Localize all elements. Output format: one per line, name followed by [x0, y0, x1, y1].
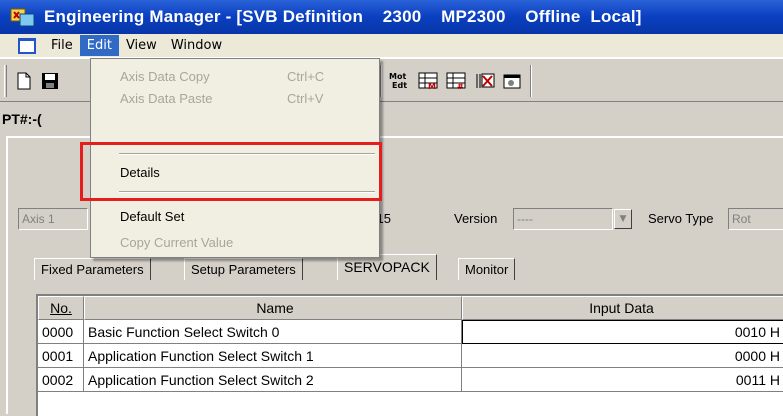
pt-label: PT#:-(	[2, 111, 42, 127]
grid-header: No. Name Input Data	[38, 296, 783, 320]
toolbar-grip[interactable]	[4, 65, 7, 97]
edit-menu-dropdown: Axis Data Copy Ctrl+C Axis Data Paste Ctrl…	[90, 58, 380, 258]
toolbar-separator	[530, 65, 532, 97]
row-input-data[interactable]: 0000 H	[462, 344, 783, 368]
column-header-no[interactable]: No.	[38, 296, 84, 320]
menu-item-copy-current-value[interactable]: Copy Current Value	[91, 231, 379, 253]
menu-file[interactable]: File	[44, 35, 80, 56]
svg-text:Mot: Mot	[389, 72, 406, 81]
axis-select[interactable]: Axis 1	[18, 208, 88, 230]
menu-item-axis-data-paste[interactable]: Axis Data Paste Ctrl+V	[91, 87, 379, 109]
menu-separator	[119, 153, 375, 155]
svg-text:Edt: Edt	[392, 81, 407, 90]
properties-icon[interactable]	[502, 71, 522, 91]
table-row[interactable]: 0001 Application Function Select Switch …	[38, 344, 783, 368]
svg-text:M: M	[428, 82, 436, 91]
menu-item-axis-data-copy[interactable]: Axis Data Copy Ctrl+C	[91, 65, 379, 87]
table-row[interactable]: 0002 Application Function Select Switch …	[38, 368, 783, 392]
column-header-name[interactable]: Name	[84, 296, 462, 320]
row-input-data[interactable]: 0011 H	[462, 368, 783, 392]
row-no: 0000	[38, 320, 84, 344]
menu-item-details[interactable]: Details	[91, 161, 379, 183]
title-bar[interactable]: Engineering Manager - [SVB Definition 23…	[0, 0, 783, 34]
window-title: Engineering Manager - [SVB Definition 23…	[44, 7, 642, 26]
hash-table-icon[interactable]: #	[446, 71, 466, 91]
menu-bar: File Edit View Window	[0, 34, 783, 58]
servo-type-field[interactable]: Rot	[728, 208, 783, 230]
table-row[interactable]: 0000 Basic Function Select Switch 0 0010…	[38, 320, 783, 344]
mot-edit-icon[interactable]: Mot Edt	[388, 71, 408, 91]
svg-text:#: #	[457, 82, 464, 91]
menu-separator	[119, 191, 375, 193]
version-dropdown-button[interactable]: ▼	[614, 209, 632, 229]
register-icon[interactable]	[474, 71, 495, 91]
version-field[interactable]: ----	[513, 208, 613, 230]
servo-table-icon[interactable]: M	[418, 71, 438, 91]
tab-monitor[interactable]: Monitor	[458, 258, 516, 280]
row-name: Application Function Select Switch 2	[84, 368, 462, 392]
tab-setup-parameters[interactable]: Setup Parameters	[184, 258, 303, 280]
new-icon[interactable]	[14, 71, 34, 91]
menu-item-default-set[interactable]: Default Set	[91, 205, 379, 227]
toolbar-separator	[380, 65, 382, 97]
mdi-window-icon[interactable]	[18, 37, 36, 54]
row-no: 0001	[38, 344, 84, 368]
column-header-input-data[interactable]: Input Data	[462, 296, 783, 320]
menu-view[interactable]: View	[119, 35, 164, 56]
row-no: 0002	[38, 368, 84, 392]
servo-type-label: Servo Type	[648, 211, 714, 226]
save-icon[interactable]	[40, 71, 60, 91]
row-input-data[interactable]: 0010 H	[462, 320, 783, 344]
parameter-grid: No. Name Input Data 0000 Basic Function …	[36, 294, 783, 416]
engineering-manager-icon	[10, 6, 36, 28]
row-name: Application Function Select Switch 1	[84, 344, 462, 368]
row-name: Basic Function Select Switch 0	[84, 320, 462, 344]
menu-window[interactable]: Window	[164, 35, 229, 56]
tab-fixed-parameters[interactable]: Fixed Parameters	[34, 258, 151, 280]
version-label: Version	[454, 211, 498, 226]
menu-edit[interactable]: Edit	[79, 35, 119, 56]
